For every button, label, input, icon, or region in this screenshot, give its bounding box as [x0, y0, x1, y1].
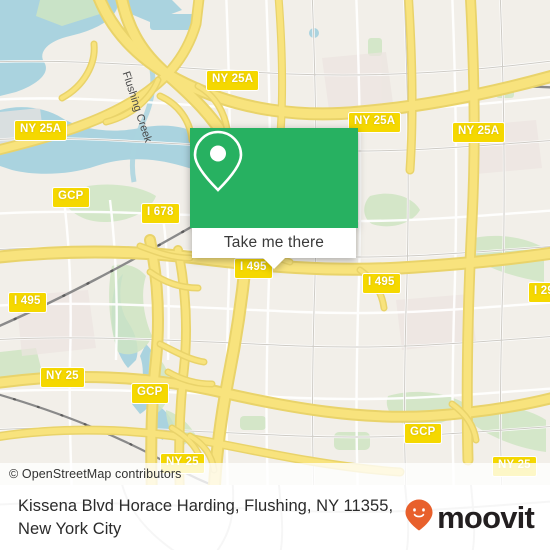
shield-ny-25a-3[interactable]: NY 25A: [452, 122, 506, 143]
take-me-there-label: Take me there: [223, 234, 325, 251]
shield-ny-25-1[interactable]: NY 25: [40, 367, 85, 388]
shield-i-678[interactable]: I 678: [141, 203, 180, 224]
footer-bar: Kissena Blvd Horace Harding, Flushing, N…: [0, 485, 550, 550]
moovit-logo[interactable]: moovit: [404, 498, 536, 537]
address-line-1: Kissena Blvd Horace Harding, Flushing, N…: [18, 497, 394, 516]
callout-header: [190, 128, 358, 228]
take-me-there-button[interactable]: Take me there: [192, 228, 356, 258]
location-address: Kissena Blvd Horace Harding, Flushing, N…: [18, 495, 404, 540]
shield-gcp-1[interactable]: GCP: [52, 187, 90, 208]
shield-gcp-3[interactable]: GCP: [404, 423, 442, 444]
shield-i-495-3[interactable]: I 495: [8, 292, 47, 313]
attribution-text: © OpenStreetMap contributors: [9, 467, 182, 481]
moovit-wordmark: moovit: [437, 500, 535, 535]
map-attribution[interactable]: © OpenStreetMap contributors: [0, 463, 550, 485]
callout-tail: [263, 258, 285, 269]
take-me-there-callout[interactable]: Take me there: [190, 128, 358, 269]
shield-i-495-2[interactable]: I 495: [362, 273, 401, 294]
map-canvas[interactable]: Flushing Creek NY 25A NY 25A NY 25A NY 2…: [0, 0, 550, 485]
shield-i-295[interactable]: I 29: [528, 282, 550, 303]
address-line-2: New York City: [18, 519, 122, 538]
shield-ny-25a-4[interactable]: NY 25A: [14, 120, 68, 141]
shield-ny-25a-1[interactable]: NY 25A: [206, 70, 260, 91]
app-root: Flushing Creek NY 25A NY 25A NY 25A NY 2…: [0, 0, 550, 550]
shield-gcp-2[interactable]: GCP: [131, 383, 169, 404]
moovit-pin-icon: [404, 498, 434, 537]
